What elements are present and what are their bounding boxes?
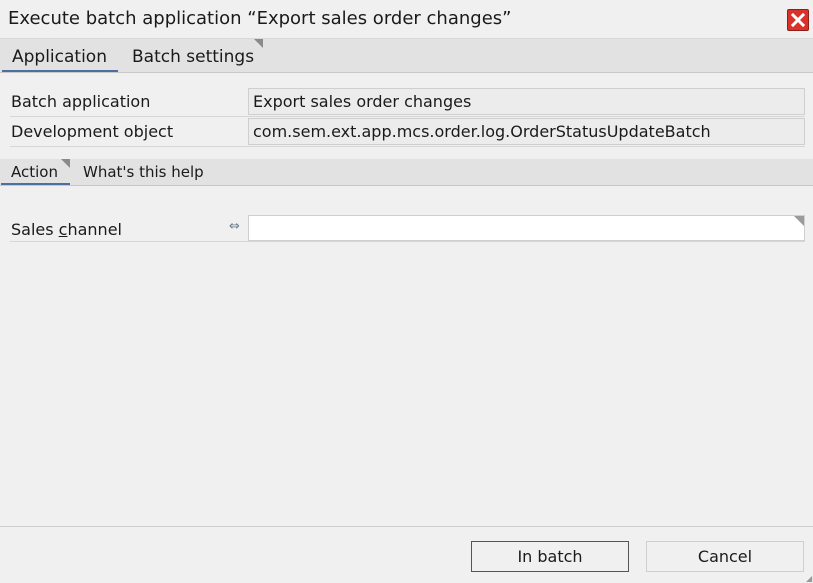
- sales-channel-label-part: hannel: [67, 220, 122, 239]
- resize-grip-icon[interactable]: ◢: [806, 574, 812, 583]
- sales-channel-label-part: Sales: [11, 220, 59, 239]
- row-divider: [10, 146, 805, 147]
- tab-batch-settings-label: Batch settings: [132, 47, 255, 67]
- main-tab-bar: Application Batch settings: [0, 39, 813, 73]
- tab-action[interactable]: Action: [1, 159, 70, 185]
- sales-channel-input[interactable]: [248, 215, 805, 241]
- batch-application-label: Batch application: [11, 92, 151, 111]
- tab-whats-this-help[interactable]: What's this help: [73, 159, 214, 185]
- development-object-value: com.sem.ext.app.mcs.order.log.OrderStatu…: [248, 118, 805, 145]
- in-batch-button[interactable]: In batch: [471, 541, 629, 572]
- tab-batch-settings[interactable]: Batch settings: [122, 39, 264, 72]
- close-button[interactable]: [787, 9, 809, 31]
- tab-application[interactable]: Application: [2, 39, 118, 72]
- footer-divider: [0, 526, 813, 527]
- tab-whats-this-help-label: What's this help: [83, 163, 204, 181]
- batch-application-value: Export sales order changes: [248, 88, 805, 115]
- close-icon: [790, 12, 806, 28]
- link-icon[interactable]: ⇔: [229, 219, 240, 234]
- cancel-button[interactable]: Cancel: [646, 541, 804, 572]
- sales-channel-label: Sales channel: [11, 220, 122, 239]
- sub-tab-bar: Action What's this help: [0, 159, 813, 186]
- tab-action-label: Action: [11, 163, 58, 181]
- tab-corner-icon: [61, 159, 70, 168]
- row-divider: [10, 241, 805, 242]
- title-bar: Execute batch application “Export sales …: [0, 0, 813, 39]
- window-title: Execute batch application “Export sales …: [8, 8, 512, 29]
- tab-application-label: Application: [12, 47, 107, 67]
- row-divider: [10, 116, 805, 117]
- development-object-label: Development object: [11, 122, 174, 141]
- field-corner-icon: [794, 216, 804, 226]
